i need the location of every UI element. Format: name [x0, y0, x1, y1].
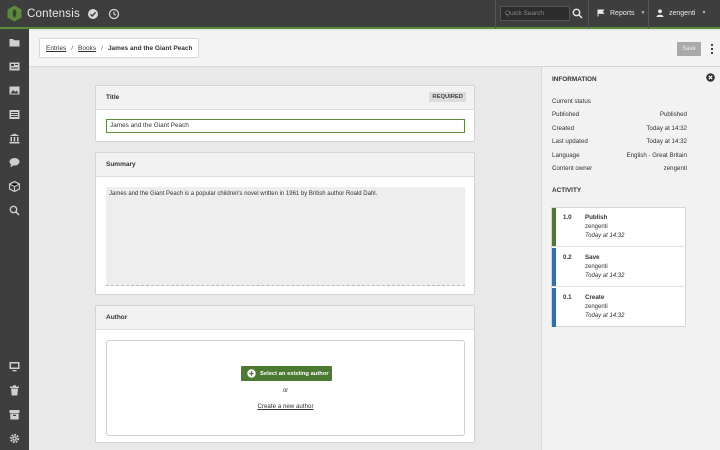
folder-icon[interactable] — [9, 37, 20, 48]
activity-time: Today at 14:32 — [585, 233, 625, 239]
close-icon[interactable] — [706, 73, 715, 82]
activity-item[interactable]: 0.2 Save zengenti Today at 14:32 — [552, 248, 686, 287]
title-field-label: Title — [106, 94, 120, 101]
activity-action: Save — [585, 254, 600, 261]
activity-version: 1.0 — [563, 214, 572, 221]
summary-textarea[interactable]: James and the Giant Peach is a popular c… — [106, 187, 465, 286]
top-bar: Contensis Quick Search Reports ▼ zengent… — [0, 0, 720, 29]
activity-user: zengenti — [585, 304, 608, 310]
info-label: Last updated — [552, 138, 588, 145]
select-existing-author-button[interactable]: Select an existing author — [241, 366, 332, 381]
breadcrumb: Entries / Books / James and the Giant Pe… — [39, 38, 200, 58]
activity-user: zengenti — [585, 224, 608, 230]
create-new-author-label[interactable]: Create a new author — [257, 403, 313, 410]
plus-circle-icon — [247, 369, 256, 378]
divider — [648, 0, 649, 29]
building-icon[interactable] — [9, 133, 20, 144]
reports-menu[interactable]: Reports ▼ — [597, 9, 645, 17]
activity-action: Create — [585, 294, 605, 301]
author-selector: Select an existing author or Create a ne… — [106, 340, 465, 436]
info-label: Content owner — [552, 165, 593, 172]
user-label: zengenti — [669, 9, 696, 17]
breadcrumb-link-books[interactable]: Books — [78, 45, 96, 52]
panel-header: Author — [96, 306, 474, 330]
info-label: Published — [552, 111, 580, 118]
info-label: Language — [552, 152, 580, 159]
settings-icon[interactable] — [9, 433, 20, 444]
breadcrumb-bar: Entries / Books / James and the Giant Pe… — [29, 31, 720, 67]
brand[interactable]: Contensis — [7, 5, 80, 22]
quick-search-input[interactable]: Quick Search — [500, 6, 570, 21]
panel-header: Title REQUIRED — [96, 86, 474, 110]
create-new-author-link: Create a new author — [107, 403, 464, 410]
info-value: English - Great Britain — [626, 152, 687, 159]
author-field-label: Author — [106, 314, 128, 321]
select-existing-author-label: Select an existing author — [260, 370, 329, 377]
user-icon — [656, 9, 664, 17]
breadcrumb-separator: / — [101, 44, 103, 52]
activity-version: 0.1 — [563, 294, 572, 301]
flag-icon — [597, 9, 605, 17]
trash-icon[interactable] — [9, 385, 20, 396]
history-icon[interactable] — [108, 8, 120, 20]
activity-status-bar — [552, 288, 556, 327]
search-icon[interactable] — [572, 8, 583, 19]
activity-time: Today at 14:32 — [585, 273, 625, 279]
chat-icon[interactable] — [9, 157, 20, 168]
divider — [588, 0, 589, 29]
activity-version: 0.2 — [563, 254, 572, 261]
reports-label: Reports — [610, 9, 635, 17]
info-label: Created — [552, 125, 575, 132]
image-icon[interactable] — [9, 85, 20, 96]
activity-item[interactable]: 0.1 Create zengenti Today at 14:32 — [552, 288, 686, 327]
author-field-panel: Author Select an existing author or Crea… — [95, 305, 475, 443]
list-icon[interactable] — [9, 109, 20, 120]
activity-user: zengenti — [585, 264, 608, 270]
activity-action: Publish — [585, 214, 608, 221]
or-text: or — [282, 388, 289, 394]
archive-icon[interactable] — [9, 409, 20, 420]
sidebar — [0, 29, 29, 450]
app-name: Contensis — [27, 7, 80, 20]
breadcrumb-link-entries[interactable]: Entries — [46, 45, 66, 52]
info-value: Published — [659, 111, 687, 118]
info-value: zengenti — [663, 165, 687, 172]
summary-field-label: Summary — [106, 161, 136, 168]
required-badge: REQUIRED — [429, 92, 466, 102]
user-menu[interactable]: zengenti ▼ — [656, 9, 706, 17]
info-value: Today at 14:32 — [646, 125, 687, 132]
more-options-icon[interactable] — [710, 43, 714, 55]
info-value: Today at 14:32 — [646, 138, 687, 145]
monitor-icon[interactable] — [9, 361, 20, 372]
activity-heading: ACTIVITY — [552, 187, 582, 194]
newspaper-icon[interactable] — [9, 61, 20, 72]
activity-list: 1.0 Publish zengenti Today at 14:32 0.2 … — [551, 207, 686, 327]
activity-status-bar — [552, 248, 556, 286]
panel-header: Summary — [96, 153, 474, 177]
title-field-panel: Title REQUIRED James and the Giant Peach — [95, 85, 475, 142]
chevron-down-icon: ▼ — [640, 10, 646, 16]
title-input[interactable]: James and the Giant Peach — [106, 119, 465, 133]
box-icon[interactable] — [9, 181, 20, 192]
information-heading: INFORMATION — [552, 76, 597, 83]
check-circle-icon[interactable] — [87, 8, 99, 20]
contensis-logo-icon — [7, 5, 22, 22]
breadcrumb-separator: / — [71, 44, 74, 52]
summary-field-panel: Summary James and the Giant Peach is a p… — [95, 152, 475, 295]
activity-time: Today at 14:32 — [585, 313, 625, 319]
activity-item[interactable]: 1.0 Publish zengenti Today at 14:32 — [552, 208, 686, 247]
breadcrumb-current: James and the Giant Peach — [107, 44, 193, 52]
chevron-down-icon: ▼ — [701, 10, 707, 16]
activity-status-bar — [552, 208, 556, 246]
save-button[interactable]: Save — [677, 42, 701, 56]
search-icon[interactable] — [9, 205, 20, 216]
divider — [495, 0, 496, 29]
